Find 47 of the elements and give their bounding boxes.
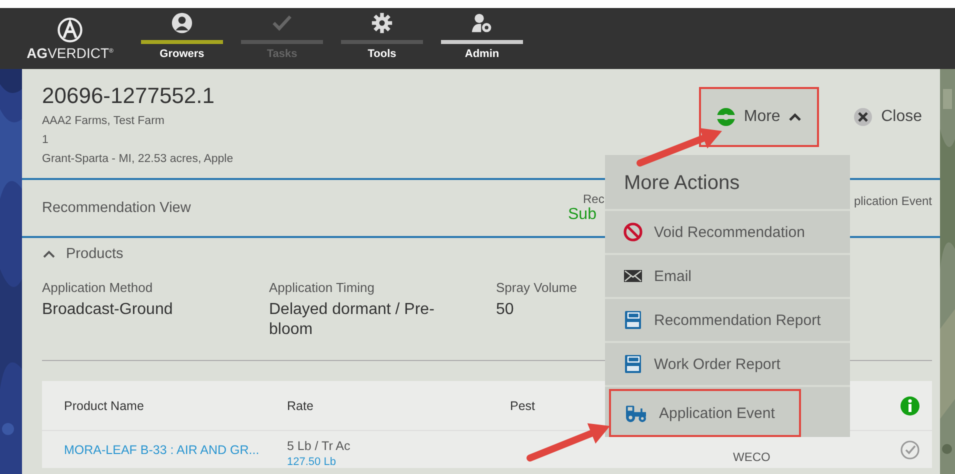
menu-item[interactable]: Email [605,255,850,299]
close-icon [853,107,874,127]
field-value: Delayed dormant / Pre-bloom [269,300,436,340]
chevron-up-icon [788,112,802,122]
detail-text: AAA2 Farms, Test Farm [42,114,166,129]
ring-icon [716,107,736,127]
gear-icon [371,12,393,34]
menu-item[interactable]: Work Order Report [605,343,850,387]
record-title: 20696-1277552.1 [42,83,216,109]
user-gear-icon [471,12,493,34]
column-label: plication Event [852,194,932,208]
section-label: Recommendation View [42,200,192,216]
nav-tab[interactable]: Growers [141,8,223,69]
tractor-icon [624,403,648,423]
table-cell-text: 5 Lb / Tr Ac [287,439,352,453]
check-circle-icon [900,440,920,460]
logo-text: AGVERDICT$^{®}$ [26,44,114,60]
field-value: Broadcast-Ground [42,300,174,320]
more-button[interactable]: More [699,87,820,147]
close-button[interactable]: Close [847,102,928,132]
table-cell-text: WECO [733,448,770,464]
report-icon [623,310,643,330]
menu-item[interactable]: Void Recommendation [605,211,850,255]
detail-text: 1 [42,133,50,148]
nav-tab[interactable]: Admin [441,8,523,69]
detail-text: Grant-Sparta - MI, 22.53 acres, Apple [42,152,234,167]
logo-icon [57,16,83,42]
prohibited-icon [623,222,643,242]
total-text: 127.50 Lb [287,456,337,468]
info-icon [900,396,920,416]
field-label: Application Method [42,280,154,295]
product-link[interactable]: MORA-LEAF B-33 : AIR AND GR... [64,442,287,456]
chevron-up-icon [42,249,56,259]
status-label: Rec [582,192,606,206]
column-header: Pest [510,398,536,412]
menu-item[interactable]: Application Event [609,389,801,437]
column-header: Rate [287,398,314,412]
menu-item[interactable]: Recommendation Report [605,299,850,343]
report-icon [623,354,643,374]
person-icon [171,12,193,34]
field-label: Spray Volume [496,280,578,295]
menu-title: More Actions [605,155,850,211]
column-header: Product Name [64,398,145,412]
section-toggle[interactable]: Products [42,246,124,262]
field-label: Application Timing [269,280,376,295]
status-value: Sub [568,206,598,224]
nav-tab[interactable]: Tools [341,8,423,69]
